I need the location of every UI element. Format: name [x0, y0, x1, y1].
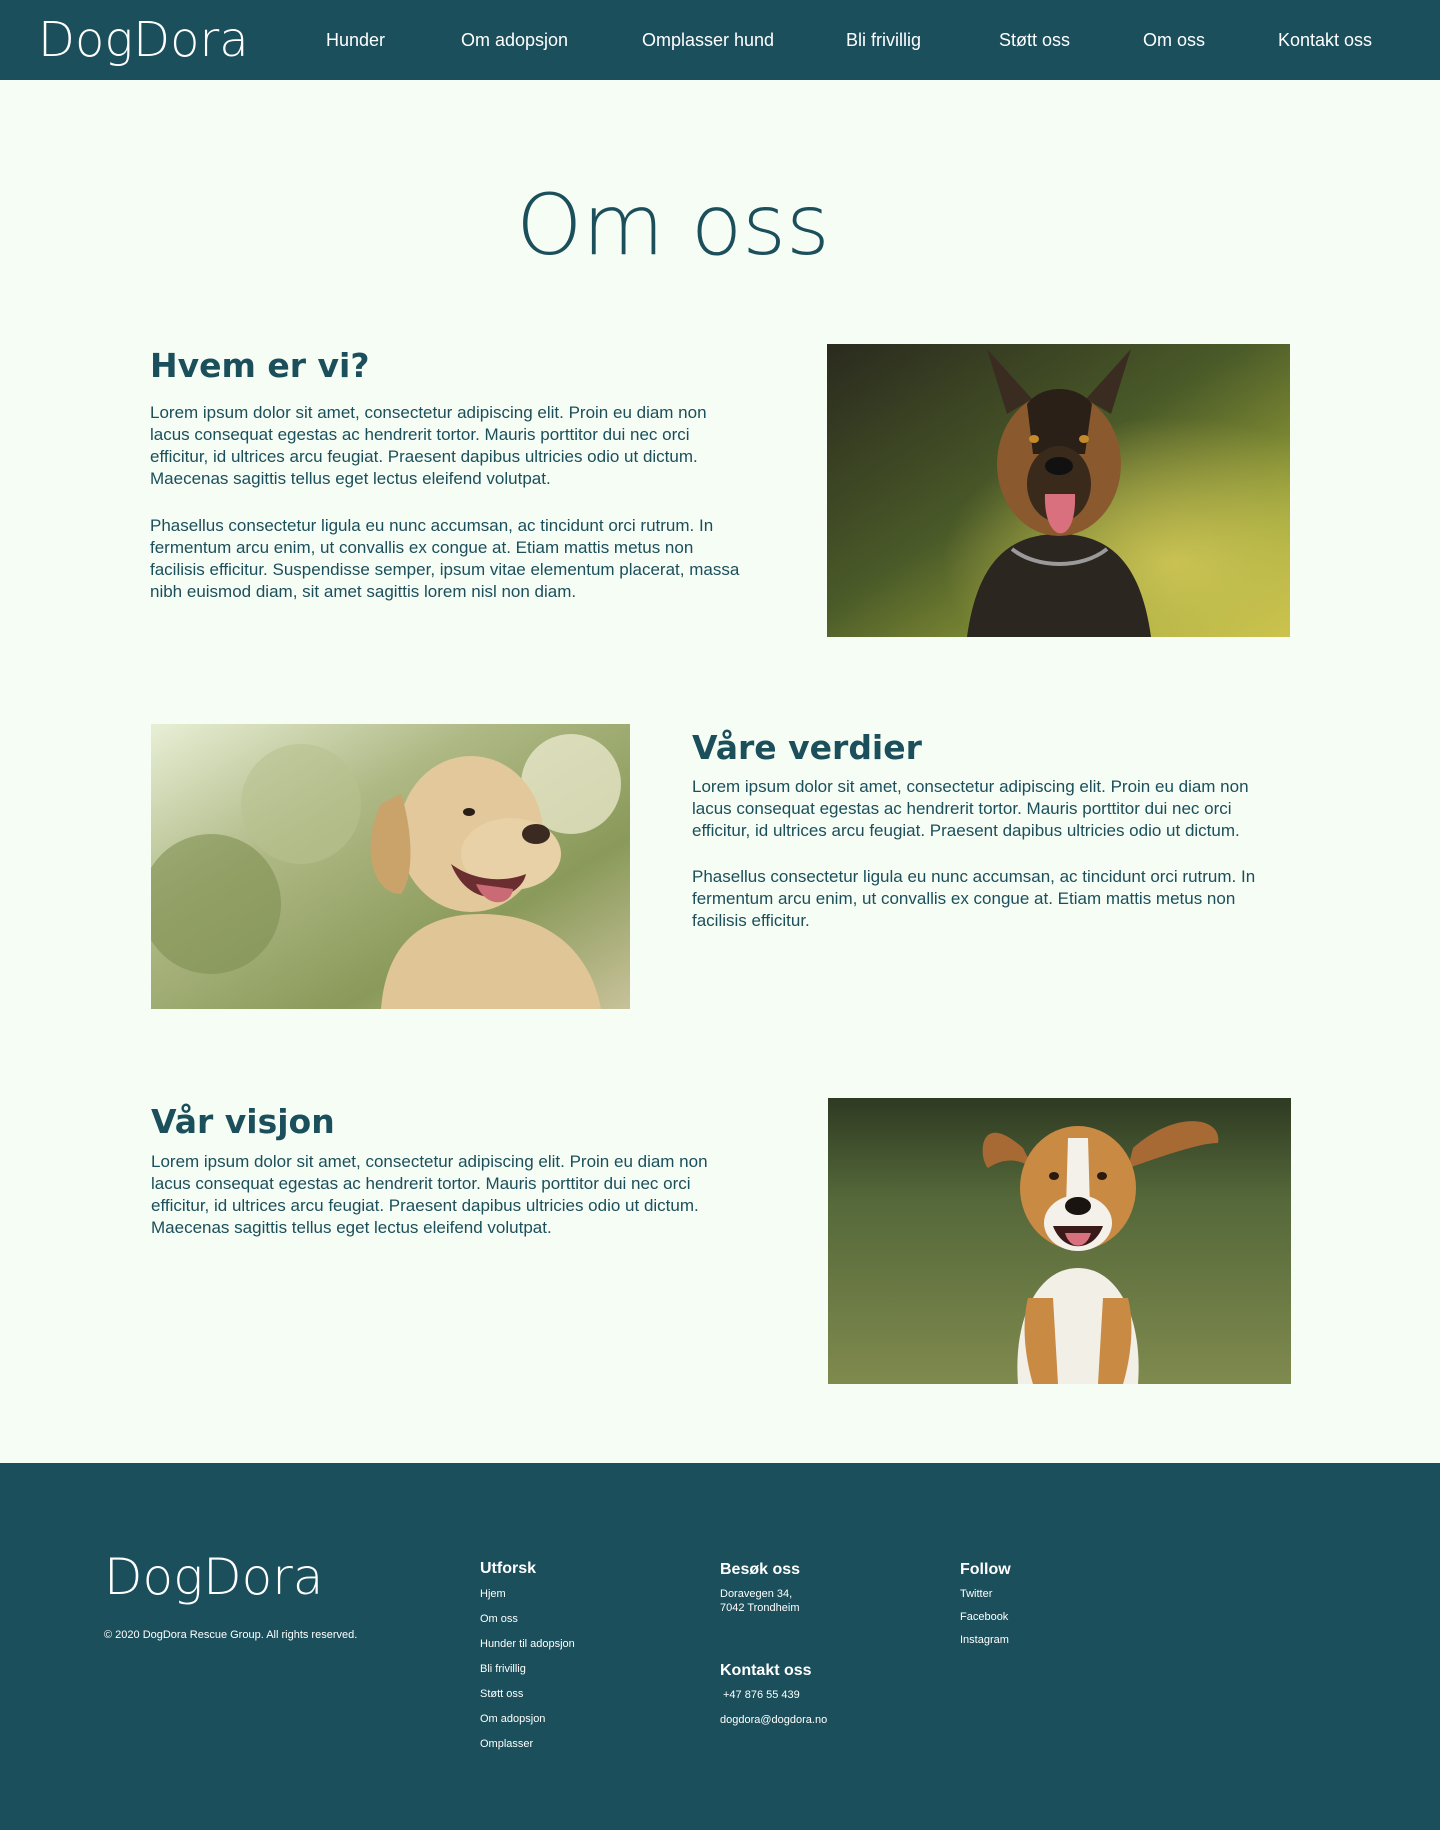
footer-logo[interactable]: DogDora: [104, 1547, 323, 1607]
section-vision-paragraph-1: Lorem ipsum dolor sit amet, consectetur …: [151, 1152, 708, 1237]
section-who-paragraph-2: Phasellus consectetur ligula eu nunc acc…: [150, 516, 740, 601]
top-navigation: DogDora Hunder Om adopsjon Omplasser hun…: [0, 0, 1440, 80]
footer-link-bli-frivillig[interactable]: Bli frivillig: [480, 1662, 526, 1676]
section-values-paragraph-1: Lorem ipsum dolor sit amet, consectetur …: [692, 777, 1249, 840]
nav-link-om-adopsjon[interactable]: Om adopsjon: [461, 28, 568, 52]
nav-link-hunder[interactable]: Hunder: [326, 28, 385, 52]
section-who-paragraph-1: Lorem ipsum dolor sit amet, consectetur …: [150, 403, 707, 488]
section-values-paragraph-2: Phasellus consectetur ligula eu nunc acc…: [692, 867, 1256, 930]
site-footer: DogDora © 2020 DogDora Rescue Group. All…: [0, 1463, 1440, 1830]
footer-link-hjem[interactable]: Hjem: [480, 1587, 506, 1601]
nav-link-om-oss[interactable]: Om oss: [1143, 28, 1205, 52]
german-shepherd-photo: [827, 344, 1290, 637]
site-logo[interactable]: DogDora: [38, 10, 249, 70]
page-title: Om oss: [516, 176, 830, 274]
footer-link-facebook[interactable]: Facebook: [960, 1610, 1008, 1624]
footer-link-om-adopsjon[interactable]: Om adopsjon: [480, 1712, 545, 1726]
footer-heading-explore: Utforsk: [480, 1560, 537, 1577]
section-heading-values: Våre verdier: [692, 728, 922, 767]
nav-link-omplasser-hund[interactable]: Omplasser hund: [642, 28, 774, 52]
footer-heading-follow: Follow: [960, 1561, 1011, 1578]
footer-link-om-oss[interactable]: Om oss: [480, 1612, 518, 1626]
contact-phone[interactable]: +47 876 55 439: [723, 1688, 800, 1702]
footer-link-hunder-til-adopsjon[interactable]: Hunder til adopsjon: [480, 1637, 575, 1651]
copyright-text: © 2020 DogDora Rescue Group. All rights …: [104, 1629, 358, 1641]
address-line-2: 7042 Trondheim: [720, 1602, 800, 1614]
contact-email[interactable]: dogdora@dogdora.no: [720, 1713, 827, 1727]
footer-heading-visit: Besøk oss: [720, 1561, 801, 1578]
nav-link-stott-oss[interactable]: Støtt oss: [999, 28, 1070, 52]
footer-link-twitter[interactable]: Twitter: [960, 1587, 992, 1601]
nav-link-kontakt-oss[interactable]: Kontakt oss: [1278, 28, 1372, 52]
footer-link-instagram[interactable]: Instagram: [960, 1633, 1009, 1647]
address-line-1: Doravegen 34,: [720, 1588, 793, 1600]
golden-retriever-photo: [151, 724, 630, 1009]
nav-link-bli-frivillig[interactable]: Bli frivillig: [846, 28, 921, 52]
section-heading-who: Hvem er vi?: [150, 346, 370, 385]
footer-link-omplasser[interactable]: Omplasser: [480, 1737, 533, 1751]
footer-heading-contact: Kontakt oss: [720, 1662, 812, 1679]
footer-link-stott-oss[interactable]: Støtt oss: [480, 1687, 523, 1701]
beagle-photo: [828, 1098, 1291, 1384]
section-heading-vision: Vår visjon: [151, 1102, 335, 1141]
